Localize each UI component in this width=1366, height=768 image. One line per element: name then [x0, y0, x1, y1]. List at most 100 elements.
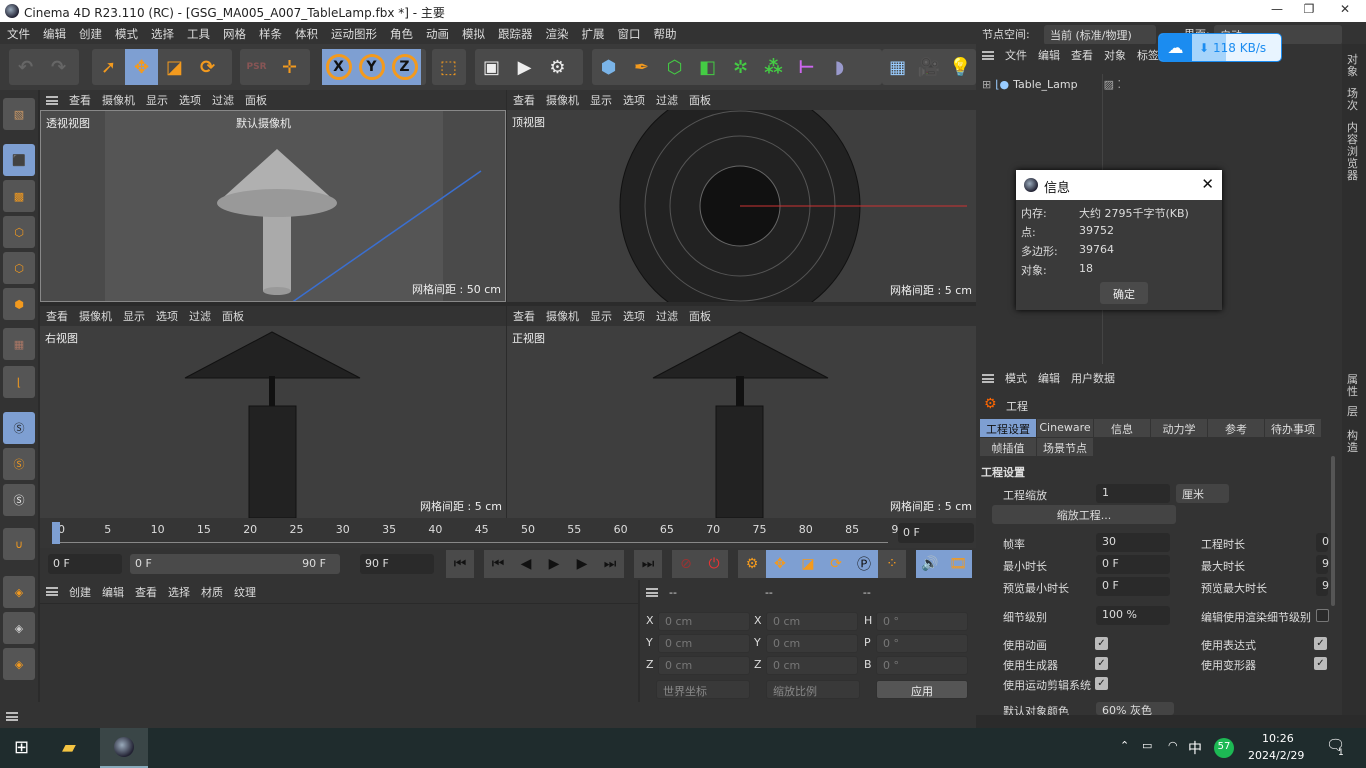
- viewport-canvas[interactable]: 右视图 网格间距 : 5 cm: [40, 326, 506, 518]
- preview-max-field[interactable]: 9: [1316, 577, 1329, 596]
- obj-menu-tags[interactable]: 标签: [1137, 47, 1159, 63]
- node-space-dropdown[interactable]: 当前 (标准/物理): [1044, 25, 1156, 45]
- project-time-field[interactable]: 0: [1316, 533, 1329, 552]
- menu-simulate[interactable]: 模拟: [455, 22, 491, 42]
- vp-menu-filter[interactable]: 过滤: [189, 308, 211, 324]
- texture-mode-icon[interactable]: ▩: [3, 180, 35, 212]
- side-tab-objects[interactable]: 对象: [1347, 54, 1361, 78]
- points-mode-icon[interactable]: ⬡: [3, 216, 35, 248]
- show-hidden-icons[interactable]: ⌃: [1120, 739, 1129, 752]
- vp-menu-camera[interactable]: 摄像机: [546, 308, 579, 324]
- side-tab-takes[interactable]: 场次: [1347, 88, 1361, 112]
- min-time-field[interactable]: 0 F: [1096, 555, 1170, 574]
- side-tab-layers[interactable]: 层: [1347, 406, 1361, 418]
- next-key-icon[interactable]: ⏭: [596, 550, 624, 578]
- coord-value-field[interactable]: 0 cm: [766, 612, 858, 631]
- coord-mode-dropdown[interactable]: 世界坐标: [656, 680, 750, 699]
- vp-menu-display[interactable]: 显示: [590, 92, 612, 108]
- vp-menu-panel[interactable]: 面板: [222, 308, 244, 324]
- menu-file[interactable]: 文件: [0, 22, 36, 42]
- use-expressions-checkbox[interactable]: ✓: [1314, 637, 1327, 650]
- coordinate-system-icon[interactable]: ⬚: [432, 49, 465, 85]
- object-row[interactable]: ⊞ ⌊● Table_Lamp ▨ ⁚: [982, 78, 1121, 91]
- scale-mode-dropdown[interactable]: 缩放比例: [766, 680, 860, 699]
- axis-y-button[interactable]: Y: [355, 49, 388, 85]
- redo-icon[interactable]: ↷: [42, 49, 75, 85]
- clock-date[interactable]: 2024/2/29: [1248, 749, 1304, 762]
- key-position-icon[interactable]: ✥: [766, 550, 794, 578]
- menu-mesh[interactable]: 网格: [216, 22, 252, 42]
- vp-menu-view[interactable]: 查看: [513, 308, 535, 324]
- security-badge[interactable]: 57: [1214, 738, 1234, 758]
- model-mode-icon[interactable]: ⬛: [3, 144, 35, 176]
- lock-workplane-icon[interactable]: ◈: [3, 612, 35, 644]
- vp-menu-display[interactable]: 显示: [123, 308, 145, 324]
- menu-window[interactable]: 窗口: [611, 22, 647, 42]
- battery-icon[interactable]: ▭: [1142, 739, 1152, 752]
- subdivision-icon[interactable]: ⬡: [658, 49, 691, 85]
- vp-menu-display[interactable]: 显示: [146, 92, 168, 108]
- vp-menu-filter[interactable]: 过滤: [656, 308, 678, 324]
- scale-field[interactable]: 1: [1096, 484, 1170, 503]
- fps-field[interactable]: 30: [1096, 533, 1170, 552]
- side-tab-content-browser[interactable]: 内容浏览器: [1347, 122, 1361, 182]
- dialog-close-icon[interactable]: ✕: [1201, 175, 1214, 193]
- coord-value-field[interactable]: 0 cm: [766, 634, 858, 653]
- use-deformers-checkbox[interactable]: ✓: [1314, 657, 1327, 670]
- side-tab-structure[interactable]: 构造: [1347, 430, 1361, 454]
- edges-mode-icon[interactable]: ⬡: [3, 252, 35, 284]
- vp-menu-panel[interactable]: 面板: [245, 92, 267, 108]
- mat-menu-texture[interactable]: 纹理: [234, 584, 256, 600]
- layer-icon[interactable]: ▨ ⁚: [1104, 78, 1121, 91]
- menu-volume[interactable]: 体积: [288, 22, 324, 42]
- render-view-icon[interactable]: ▣: [475, 49, 508, 85]
- ime-indicator[interactable]: 中: [1188, 738, 1202, 758]
- light-icon[interactable]: 💡: [945, 49, 976, 85]
- play-icon[interactable]: ▶: [540, 550, 568, 578]
- use-motion-system-checkbox[interactable]: ✓: [1095, 677, 1108, 690]
- coord-value-field[interactable]: 0 °: [876, 634, 968, 653]
- viewport-canvas[interactable]: 透视视图 默认摄像机 网格间距 : 50 cm: [40, 110, 506, 302]
- maximize-button[interactable]: ❐: [1294, 2, 1324, 20]
- magnet-icon[interactable]: ∪: [3, 528, 35, 560]
- start-frame-field[interactable]: 0 F: [48, 554, 122, 574]
- menu-help[interactable]: 帮助: [647, 22, 683, 42]
- make-editable-icon[interactable]: ▧: [3, 98, 35, 130]
- timeline-ruler[interactable]: 051015202530354045505560657075808590 0 F: [40, 518, 976, 548]
- menu-icon[interactable]: [982, 50, 994, 60]
- menu-select[interactable]: 选择: [144, 22, 180, 42]
- cloner-icon[interactable]: ✲: [724, 49, 757, 85]
- close-button[interactable]: ✕: [1330, 2, 1360, 20]
- mat-menu-select[interactable]: 选择: [168, 584, 190, 600]
- mat-menu-view[interactable]: 查看: [135, 584, 157, 600]
- prev-key-icon[interactable]: ⏮: [484, 550, 512, 578]
- deformer-icon[interactable]: ⊢: [790, 49, 823, 85]
- tab-project-settings[interactable]: 工程设置: [980, 419, 1036, 437]
- vp-menu-filter[interactable]: 过滤: [212, 92, 234, 108]
- tab-scene-nodes[interactable]: 场景节点: [1037, 438, 1093, 456]
- snap-icon[interactable]: Ⓢ: [3, 412, 35, 444]
- go-to-end-icon[interactable]: ⏭: [634, 550, 662, 578]
- vp-menu-options[interactable]: 选项: [623, 308, 645, 324]
- preview-min-field[interactable]: 0 F: [1096, 577, 1170, 596]
- lod-field[interactable]: 100 %: [1096, 606, 1170, 625]
- vp-menu-view[interactable]: 查看: [513, 92, 535, 108]
- tab-reference[interactable]: 参考: [1208, 419, 1264, 437]
- menu-tools[interactable]: 工具: [180, 22, 216, 42]
- vp-menu-camera[interactable]: 摄像机: [102, 92, 135, 108]
- range-slider[interactable]: 0 F 90 F: [130, 554, 340, 574]
- axis-x-button[interactable]: X: [322, 49, 355, 85]
- menu-icon[interactable]: [6, 712, 18, 721]
- menu-edit[interactable]: 编辑: [36, 22, 72, 42]
- go-to-start-icon[interactable]: ⏮: [446, 550, 474, 578]
- playhead[interactable]: [52, 522, 60, 544]
- tab-dynamics[interactable]: 动力学: [1151, 419, 1207, 437]
- coord-value-field[interactable]: 0 cm: [658, 656, 750, 675]
- render-lod-checkbox[interactable]: [1316, 609, 1329, 622]
- vp-menu-filter[interactable]: 过滤: [656, 92, 678, 108]
- mat-menu-material[interactable]: 材质: [201, 584, 223, 600]
- scale-unit-dropdown[interactable]: 厘米: [1176, 484, 1229, 503]
- workplane-rotate-icon[interactable]: ◈: [3, 648, 35, 680]
- tab-info[interactable]: 信息: [1094, 419, 1150, 437]
- ok-button[interactable]: 确定: [1100, 282, 1148, 304]
